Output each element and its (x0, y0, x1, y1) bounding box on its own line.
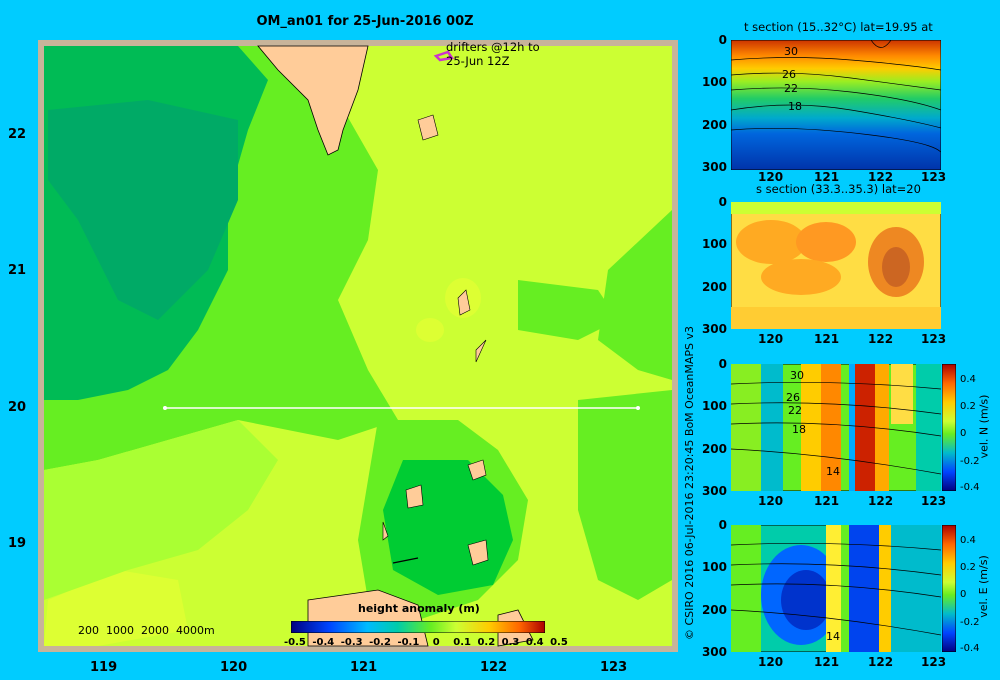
t-section-plot (731, 40, 941, 170)
cbar-tick: 0 (432, 637, 440, 648)
drifters-label-line1: drifters @12h to (446, 40, 540, 54)
t-contour-26: 26 (782, 68, 796, 81)
cbar-tick: 0.5 (550, 637, 568, 648)
vn-cbar-tick: 0.2 (960, 401, 976, 412)
colorbar-ticks: -0.5 -0.4 -0.3 -0.2 -0.1 0 0.1 0.2 0.3 0… (284, 637, 568, 648)
vn-contour-26: 26 (786, 391, 800, 404)
lat-tick-20: 20 (8, 400, 27, 415)
lon-tick-119: 119 (90, 660, 118, 675)
lon-tick-120: 120 (220, 660, 248, 675)
depth-tick: 100 (701, 560, 727, 575)
cbar-tick: -0.3 (340, 637, 363, 648)
vn-contour-18: 18 (792, 423, 806, 436)
depth-tick: 200 (701, 441, 727, 456)
depth-tick: 0 (718, 195, 727, 209)
depth-tick: 0 (718, 518, 727, 532)
lon-tick-122: 122 (480, 660, 508, 675)
depth-tick: 100 (701, 399, 727, 414)
section-lon-tick: 121 (814, 332, 840, 346)
section-lon-tick: 122 (868, 170, 894, 184)
drifters-label-line2: 25-Jun 12Z (446, 54, 510, 68)
depth-tick: 300 (701, 160, 727, 174)
cbar-tick: -0.5 (284, 637, 306, 648)
section-lon-tick: 120 (758, 494, 784, 508)
s-section-title: s section (33.3..35.3) lat=20 (756, 182, 921, 196)
section-lon-tick: 123 (921, 655, 947, 669)
section-lon-tick: 120 (758, 332, 784, 346)
map-title: OM_an01 for 25-Jun-2016 00Z (256, 14, 474, 29)
vn-contour-22: 22 (788, 404, 802, 417)
ve-cbar-tick: -0.4 (960, 643, 980, 654)
depth-tick: 300 (701, 484, 727, 498)
depth-tick: 0 (718, 33, 727, 47)
section-lon-tick: 121 (814, 494, 840, 508)
depth-tick: 300 (701, 322, 727, 336)
cbar-tick: 0.1 (453, 637, 471, 648)
cbar-tick: -0.4 (312, 637, 335, 648)
s-section-plot (731, 202, 941, 329)
section-lon-tick: 123 (921, 170, 947, 184)
vn-colorbar (942, 364, 956, 491)
lon-tick-121: 121 (350, 660, 378, 675)
credit-text: © CSIRO 2016 06-Jul-2016 23:20:45 BoM Oc… (683, 326, 696, 640)
lon-tick-123: 123 (600, 660, 628, 675)
depth-tick: 300 (701, 645, 727, 659)
depth-tick: 100 (701, 75, 727, 90)
section-lon-tick: 120 (758, 655, 784, 669)
vn-contour-30: 30 (790, 369, 804, 382)
depth-tick: 200 (701, 602, 727, 617)
lat-tick-19: 19 (8, 536, 27, 551)
vn-cbar-tick: 0.4 (960, 374, 976, 385)
vn-cbar-tick: 0 (960, 428, 967, 439)
height-anomaly-map (38, 40, 678, 652)
depth-tick: 0 (718, 357, 727, 371)
depth-tick: 200 (701, 279, 727, 294)
ve-colorbar (942, 525, 956, 652)
cbar-tick: -0.2 (369, 637, 391, 648)
lat-tick-21: 21 (8, 263, 27, 278)
section-lon-tick: 121 (814, 655, 840, 669)
cbar-tick: -0.1 (397, 637, 420, 648)
section-lon-tick: 121 (814, 170, 840, 184)
section-lon-tick: 123 (921, 494, 947, 508)
depth-legend: 200 1000 2000 4000m (78, 624, 215, 637)
t-contour-22: 22 (784, 82, 798, 95)
lat-tick-22: 22 (8, 127, 27, 142)
ve-cbar-tick: 0.2 (960, 562, 976, 573)
t-contour-30: 30 (784, 45, 798, 58)
ve-side-label: vel. E (m/s) (976, 555, 990, 618)
cbar-tick: 0.3 (501, 637, 520, 648)
section-lon-tick: 122 (868, 332, 894, 346)
vn-side-label: vel. N (m/s) (977, 394, 991, 459)
vn-contour-14: 14 (826, 465, 840, 478)
vn-cbar-tick: -0.4 (960, 482, 980, 493)
section-lon-tick: 120 (758, 170, 784, 184)
height-anomaly-colorbar (291, 621, 545, 633)
colorbar-title: height anomaly (m) (358, 602, 480, 615)
section-lon-tick: 122 (868, 655, 894, 669)
map-field (44, 46, 672, 646)
t-contour-18: 18 (788, 100, 802, 113)
depth-tick: 200 (701, 117, 727, 132)
ve-cbar-tick: 0.4 (960, 535, 976, 546)
cbar-tick: 0.2 (477, 637, 496, 648)
depth-tick: 100 (701, 237, 727, 252)
cbar-tick: 0.4 (525, 637, 544, 648)
ve-cbar-tick: -0.2 (960, 617, 980, 628)
ve-contour-14: 14 (826, 630, 840, 643)
section-lon-tick: 122 (868, 494, 894, 508)
section-lon-tick: 123 (921, 332, 947, 346)
ve-cbar-tick: 0 (960, 589, 967, 600)
t-section-title: t section (15..32°C) lat=19.95 at (744, 20, 933, 34)
